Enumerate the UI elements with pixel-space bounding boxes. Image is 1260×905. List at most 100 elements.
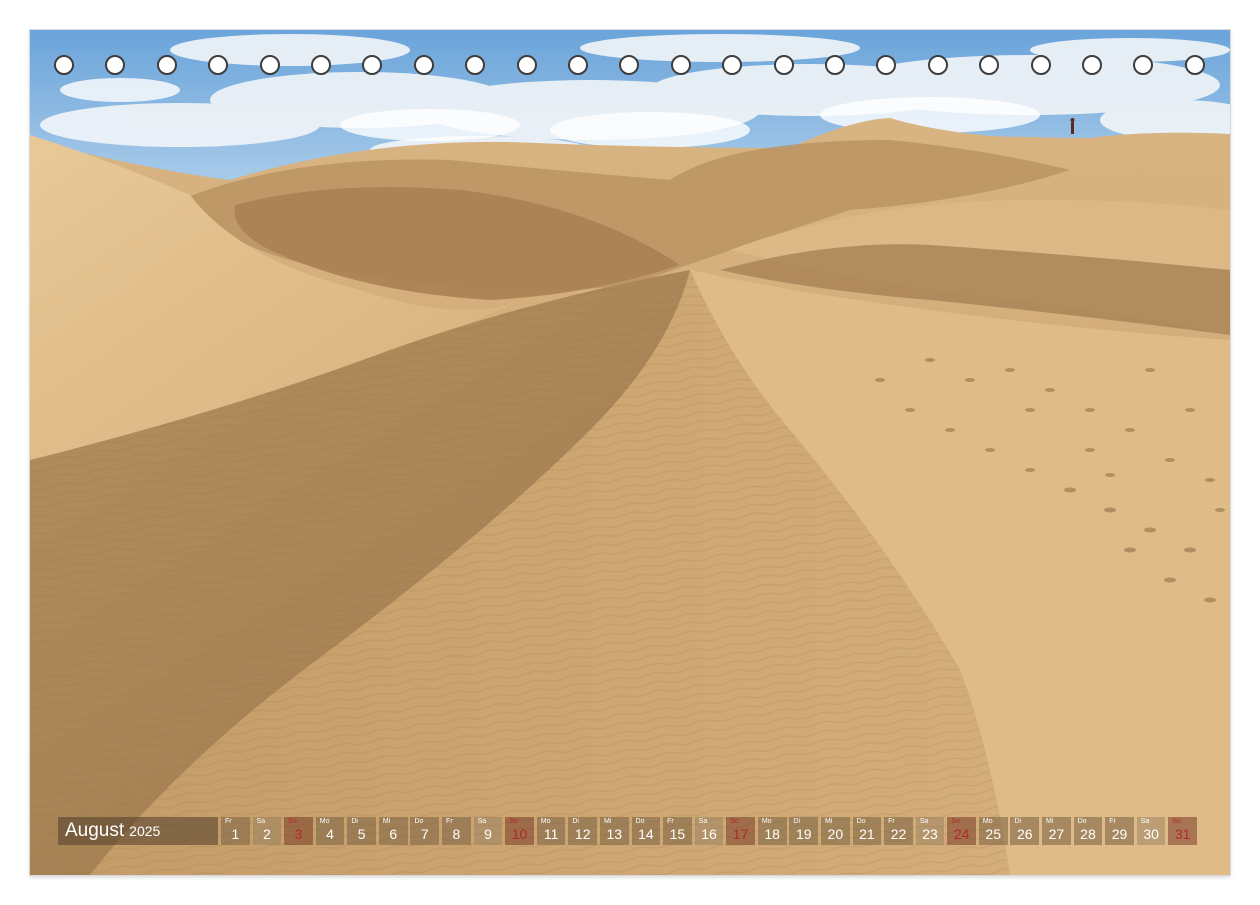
- day-abbreviation: Mo: [982, 818, 993, 825]
- day-abbreviation: Do: [1077, 818, 1087, 825]
- binding-hole: [413, 55, 434, 75]
- day-cell: Sa 2: [252, 817, 282, 845]
- day-abbreviation: So: [951, 818, 960, 825]
- day-number: 23: [922, 826, 938, 842]
- binding-hole: [927, 55, 948, 75]
- day-abbreviation: Fr: [888, 818, 895, 825]
- binding-hole: [670, 55, 691, 75]
- day-abbreviation: Mo: [540, 818, 551, 825]
- month-year: 2025: [129, 823, 161, 839]
- day-cell: Di 5: [347, 817, 376, 845]
- day-cell: So 24: [947, 817, 976, 845]
- day-cell: Di 19: [789, 817, 819, 845]
- day-abbreviation: So: [509, 818, 518, 825]
- day-number: 15: [669, 826, 686, 842]
- binding-hole: [311, 55, 331, 75]
- month-label: August 2025: [58, 817, 218, 845]
- day-number: 19: [795, 826, 812, 842]
- day-number: 29: [1111, 826, 1128, 842]
- day-cell: Do 7: [410, 817, 440, 845]
- binding-hole: [876, 55, 897, 75]
- day-number: 22: [890, 826, 907, 842]
- ring-binding-holes: [30, 30, 1230, 100]
- day-abbreviation: Mi: [1046, 818, 1054, 825]
- day-abbreviation: Sa: [477, 818, 487, 825]
- day-cell: Fr 22: [884, 817, 913, 845]
- day-number: 13: [606, 826, 623, 842]
- day-abbreviation: Sa: [919, 818, 929, 825]
- day-cell: Mi 20: [820, 817, 850, 845]
- day-number: 5: [357, 826, 366, 842]
- day-abbreviation: Fr: [225, 818, 232, 825]
- day-number: 2: [263, 826, 271, 842]
- day-cell: Sa 23: [915, 817, 945, 845]
- day-abbreviation: Di: [1014, 818, 1022, 825]
- day-number: 16: [701, 826, 717, 842]
- day-cell: Mo 18: [757, 817, 787, 845]
- day-abbreviation: Mi: [382, 818, 391, 825]
- day-cell: Fr 29: [1105, 817, 1134, 845]
- day-number: 26: [1017, 826, 1033, 842]
- day-cell: So 31: [1168, 817, 1198, 845]
- day-abbreviation: Sa: [1140, 818, 1150, 825]
- binding-hole: [722, 55, 743, 75]
- day-abbreviation: Sa: [698, 818, 708, 825]
- day-cell: Di 26: [1010, 817, 1040, 845]
- binding-hole: [1030, 55, 1051, 75]
- day-number: 12: [574, 826, 591, 842]
- day-number: 28: [1080, 826, 1096, 842]
- day-number: 3: [294, 826, 303, 842]
- day-abbreviation: Sa: [256, 818, 266, 825]
- day-cell: Mi 13: [599, 817, 629, 845]
- binding-hole: [825, 55, 845, 75]
- day-cell: Do 28: [1073, 817, 1103, 845]
- day-number: 6: [389, 826, 398, 842]
- binding-hole: [362, 55, 383, 75]
- binding-hole: [208, 55, 229, 75]
- day-abbreviation: Mo: [761, 818, 772, 825]
- day-number: 18: [764, 826, 780, 842]
- day-abbreviation: Di: [572, 818, 579, 825]
- day-number: 24: [953, 826, 970, 842]
- binding-hole: [54, 55, 74, 75]
- day-cell: So 10: [505, 817, 534, 845]
- day-number: 25: [985, 826, 1001, 842]
- day-cell: Sa 16: [694, 817, 724, 845]
- day-cell: Do 14: [631, 817, 661, 845]
- day-abbreviation: Mo: [319, 818, 330, 825]
- day-number: 31: [1174, 826, 1191, 842]
- day-abbreviation: Fr: [1109, 818, 1116, 825]
- day-cell: Mo 25: [978, 817, 1008, 845]
- binding-hole: [568, 55, 588, 75]
- day-abbreviation: Di: [351, 818, 358, 825]
- day-number: 4: [326, 826, 334, 842]
- day-cell: Mo 11: [536, 817, 566, 845]
- day-number: 17: [732, 826, 749, 842]
- binding-hole: [516, 55, 537, 75]
- binding-hole: [105, 55, 126, 75]
- month-name: August: [65, 820, 125, 841]
- day-cell: Sa 9: [473, 817, 503, 845]
- day-number: 21: [859, 826, 875, 842]
- day-number: 30: [1143, 826, 1159, 842]
- day-abbreviation: So: [730, 818, 739, 825]
- day-number: 20: [827, 826, 844, 842]
- binding-hole: [259, 55, 280, 75]
- day-abbreviation: Fr: [667, 818, 674, 825]
- day-number: 10: [511, 826, 528, 842]
- day-number: 9: [484, 826, 492, 842]
- day-number: 14: [638, 826, 654, 842]
- binding-hole: [1133, 55, 1154, 75]
- day-cell: Di 12: [568, 817, 598, 845]
- day-abbreviation: So: [1172, 818, 1181, 825]
- calendar-page: August 2025 Fr 1 Sa 2 So 3 Mo 4 Di 5 Mi 6 Do 7 Fr 8 Sa 9 S…: [30, 30, 1230, 875]
- day-abbreviation: Mi: [824, 818, 833, 825]
- binding-hole: [1184, 55, 1205, 75]
- day-cell: Do 21: [852, 817, 882, 845]
- day-abbreviation: Do: [635, 818, 645, 825]
- binding-hole: [979, 55, 1000, 75]
- day-abbreviation: Do: [414, 818, 424, 825]
- day-number: 8: [452, 826, 461, 842]
- day-abbreviation: Do: [856, 818, 866, 825]
- binding-hole: [156, 55, 177, 75]
